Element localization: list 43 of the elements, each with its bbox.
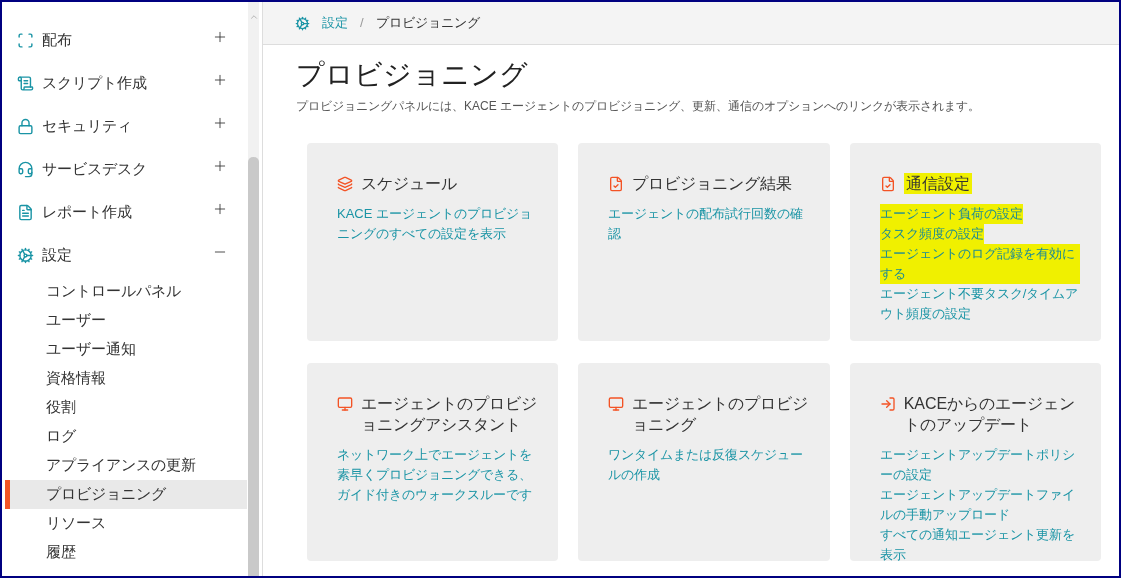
lock-icon — [17, 118, 34, 135]
login-icon — [879, 396, 896, 412]
submenu-item[interactable]: 資格情報 — [5, 364, 248, 393]
card-title: エージェントのプロビジョニングアシスタント — [361, 394, 537, 435]
breadcrumb-current: プロビジョニング — [375, 14, 480, 33]
monitor-icon — [608, 396, 625, 412]
sidebar-item[interactable]: 設定 — [2, 234, 248, 277]
page-description: プロビジョニングパネルには、KACE エージェントのプロビジョニング、更新、通信のオプションへのリンクが表示されます。 — [296, 98, 981, 115]
sidebar-item[interactable]: セキュリティ — [2, 105, 248, 148]
page-title: プロビジョニング — [296, 58, 529, 92]
sidebar-item[interactable]: スクリプト作成 — [2, 62, 248, 105]
document-icon — [17, 204, 34, 221]
submenu-item[interactable]: ユーザー通知 — [5, 335, 248, 364]
breadcrumb-separator: / — [360, 14, 364, 33]
sidebar-item[interactable]: 配布 — [2, 19, 248, 62]
submenu-item[interactable]: リソース — [5, 509, 248, 538]
scroll-up-icon[interactable] — [248, 12, 259, 22]
monitor-icon — [337, 396, 353, 412]
gear-icon — [17, 247, 34, 264]
submenu-item[interactable]: 履歴 — [5, 538, 248, 567]
submenu-item[interactable]: アプライアンスの更新 — [5, 451, 248, 480]
scan-icon — [17, 32, 34, 49]
checklist-icon — [879, 176, 896, 192]
checklist-icon — [608, 176, 625, 192]
submenu-item[interactable]: コントロールパネル — [5, 277, 248, 306]
card-title: スケジュール — [361, 174, 457, 194]
sidebar-item[interactable]: サービスデスク — [2, 148, 248, 191]
submenu-item[interactable]: 役割 — [5, 393, 248, 422]
card-link[interactable]: エージェント負荷の設定 — [879, 204, 1023, 224]
scroll-icon — [17, 75, 34, 92]
submenu-item[interactable]: ログ — [5, 422, 248, 451]
card-title: エージェントのプロビジョニング — [632, 394, 809, 435]
card-title: プロビジョニング結果 — [632, 174, 793, 194]
card-link[interactable]: エージェントのログ記録を有効にする — [879, 244, 1080, 284]
card-title: 通信設定 — [903, 173, 972, 194]
headset-icon — [17, 161, 34, 178]
gear-icon — [295, 15, 310, 31]
scrollbar[interactable] — [248, 2, 259, 576]
submenu-item[interactable]: プロビジョニング — [5, 480, 247, 509]
card-title: KACEからのエージェントのアップデート — [903, 394, 1077, 435]
layers-icon — [337, 176, 353, 192]
submenu-item[interactable]: ユーザー — [5, 306, 248, 335]
sidebar-item[interactable]: レポート作成 — [2, 191, 248, 234]
